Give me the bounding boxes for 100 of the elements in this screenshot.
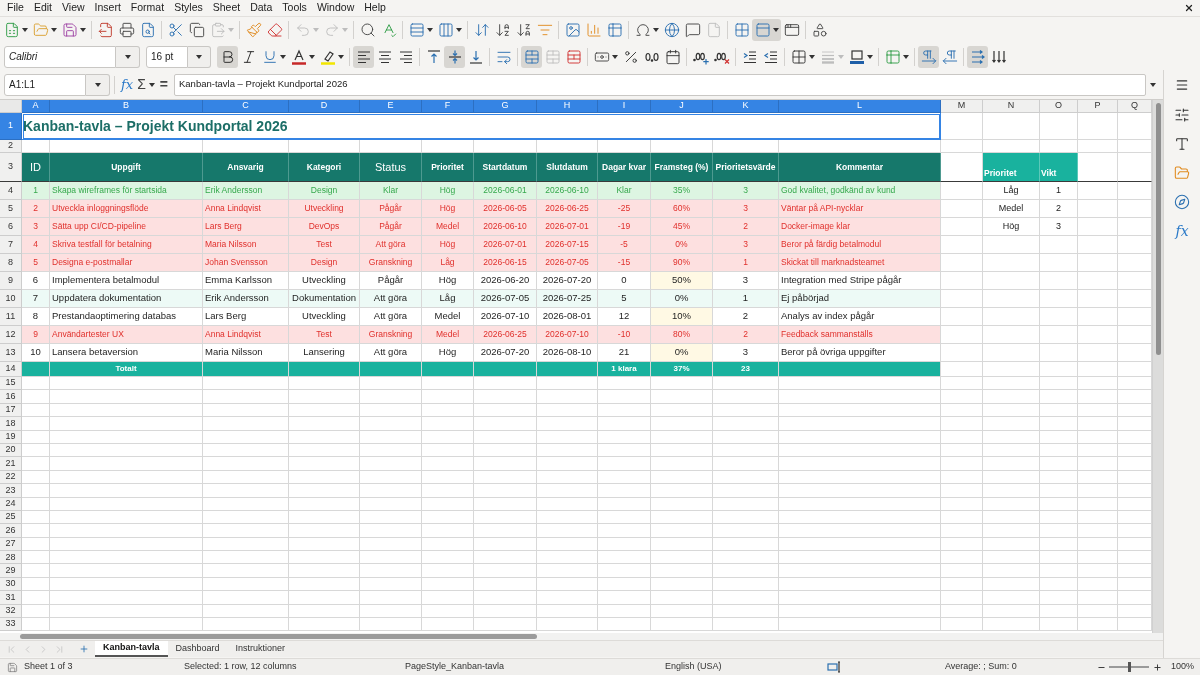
menu-item[interactable]: Format xyxy=(125,0,170,16)
formula-input-field[interactable]: Kanban-tavla – Projekt Kundportal 2026 xyxy=(174,73,1146,96)
column-header[interactable]: Q xyxy=(1118,100,1152,113)
function-wizard-button[interactable]: fx xyxy=(119,74,136,95)
table-cell: 2026-07-01 xyxy=(537,218,598,236)
functions-button[interactable]: fx xyxy=(1172,222,1192,240)
column-header[interactable]: C xyxy=(203,100,289,113)
column-header[interactable]: I xyxy=(598,100,651,113)
row-header[interactable]: 18 xyxy=(0,417,22,431)
column-header[interactable]: B xyxy=(50,100,203,113)
column-header[interactable]: J xyxy=(651,100,713,113)
row-header[interactable]: 2 xyxy=(0,140,22,153)
column-header[interactable]: D xyxy=(289,100,360,113)
row-header[interactable]: 23 xyxy=(0,484,22,498)
font-size-dropdown-button[interactable] xyxy=(188,45,211,68)
folder-icon xyxy=(1174,165,1190,181)
table-cell: Hög xyxy=(422,236,474,254)
sheet-tab[interactable]: Kanban-tavla xyxy=(95,641,168,657)
table-cell: Anna Lindqvist xyxy=(203,326,289,344)
menu-item[interactable]: Help xyxy=(359,0,391,16)
bold-button[interactable] xyxy=(217,45,238,68)
text-horizontal-button[interactable] xyxy=(967,45,988,68)
font-name-field[interactable]: Calibri xyxy=(4,45,116,68)
row-header[interactable]: 31 xyxy=(0,591,22,605)
table-cell: 10 xyxy=(22,344,50,362)
row-header[interactable]: 14 xyxy=(0,362,22,377)
font-name-dropdown-button[interactable] xyxy=(116,45,140,68)
menu-item[interactable]: Tools xyxy=(277,0,312,16)
row-header[interactable]: 8 xyxy=(0,254,22,272)
row-header[interactable]: 5 xyxy=(0,200,22,218)
row-header[interactable]: 33 xyxy=(0,618,22,632)
table-cell: 21 xyxy=(598,344,651,362)
sum-button[interactable]: Σ xyxy=(135,74,157,95)
column-header[interactable]: N xyxy=(983,100,1040,113)
row-header[interactable]: 26 xyxy=(0,524,22,538)
align-middle-button[interactable] xyxy=(444,45,465,68)
table-cell: 3 xyxy=(713,344,779,362)
compass-icon xyxy=(1174,194,1190,210)
name-box-dropdown-button[interactable] xyxy=(86,73,110,96)
column-header[interactable]: M xyxy=(941,100,983,113)
column-header[interactable]: L xyxy=(779,100,941,113)
column-header[interactable]: P xyxy=(1078,100,1118,113)
left-to-right-button[interactable] xyxy=(918,45,939,68)
zoom-in-button[interactable] xyxy=(1152,661,1162,673)
sheet-tab[interactable]: Dashboard xyxy=(167,641,228,657)
row-header[interactable]: 9 xyxy=(0,272,22,290)
menu-item[interactable]: View xyxy=(57,0,90,16)
menu-item[interactable]: Styles xyxy=(169,0,208,16)
name-box[interactable]: A1:L1 xyxy=(4,73,86,96)
table-cell: 2026-07-15 xyxy=(537,236,598,254)
zoom-slider-thumb[interactable] xyxy=(1128,662,1131,672)
row-header[interactable]: 3 xyxy=(0,153,22,182)
percent-icon xyxy=(622,48,639,65)
column-header[interactable]: O xyxy=(1040,100,1078,113)
row-header[interactable]: 7 xyxy=(0,236,22,254)
column-header[interactable]: F xyxy=(422,100,474,113)
column-header[interactable]: G xyxy=(474,100,537,113)
properties-button[interactable] xyxy=(1172,106,1192,124)
row-header[interactable]: 1 xyxy=(0,113,22,140)
table-cell: Maria Nilsson xyxy=(203,344,289,362)
row-header[interactable]: 15 xyxy=(0,377,22,391)
menu-item[interactable]: Sheet xyxy=(207,0,246,16)
sheet-tab[interactable]: Instruktioner xyxy=(227,641,294,657)
vertical-scrollbar[interactable] xyxy=(1152,100,1163,633)
column-header[interactable]: H xyxy=(537,100,598,113)
menu-item[interactable]: Window xyxy=(311,0,360,16)
font-size-field[interactable]: 16 pt xyxy=(146,45,188,68)
row-header[interactable]: 16 xyxy=(0,390,22,404)
row-header[interactable]: 6 xyxy=(0,218,22,236)
header-cell: Vikt xyxy=(1040,153,1078,182)
column-header[interactable]: A xyxy=(22,100,50,113)
menu-item[interactable]: Insert xyxy=(89,0,126,16)
header-cell: Framsteg (%) xyxy=(651,153,713,182)
plus-icon xyxy=(1152,662,1162,672)
close-icon xyxy=(1184,3,1194,13)
equals-button[interactable]: = xyxy=(156,74,171,95)
row-header[interactable]: 10 xyxy=(0,290,22,308)
merge-cells-icon xyxy=(544,48,561,65)
search-icon xyxy=(359,22,376,38)
row-header[interactable]: 28 xyxy=(0,551,22,565)
menu-item[interactable]: Data xyxy=(245,0,278,16)
column-header[interactable]: K xyxy=(713,100,779,113)
gallery-button[interactable] xyxy=(1172,164,1192,182)
row-header[interactable]: 4 xyxy=(0,182,22,200)
row-header[interactable]: 13 xyxy=(0,344,22,362)
table-cell: -5 xyxy=(598,236,651,254)
column-header[interactable]: E xyxy=(360,100,422,113)
menu-item[interactable]: Edit xyxy=(28,0,57,16)
align-left-button[interactable] xyxy=(353,45,374,68)
row-header[interactable]: 29 xyxy=(0,564,22,578)
table-cell: DevOps xyxy=(289,218,360,236)
navigator-button[interactable] xyxy=(1172,193,1192,211)
table-cell: Maria Nilsson xyxy=(203,236,289,254)
folder-icon xyxy=(32,22,49,38)
copy-icon xyxy=(188,22,205,38)
row-header[interactable]: 12 xyxy=(0,326,22,344)
menu-item[interactable]: File xyxy=(2,0,29,16)
merge-center-button[interactable] xyxy=(521,45,542,68)
row-header[interactable]: 21 xyxy=(0,457,22,471)
row-header[interactable]: 11 xyxy=(0,308,22,326)
